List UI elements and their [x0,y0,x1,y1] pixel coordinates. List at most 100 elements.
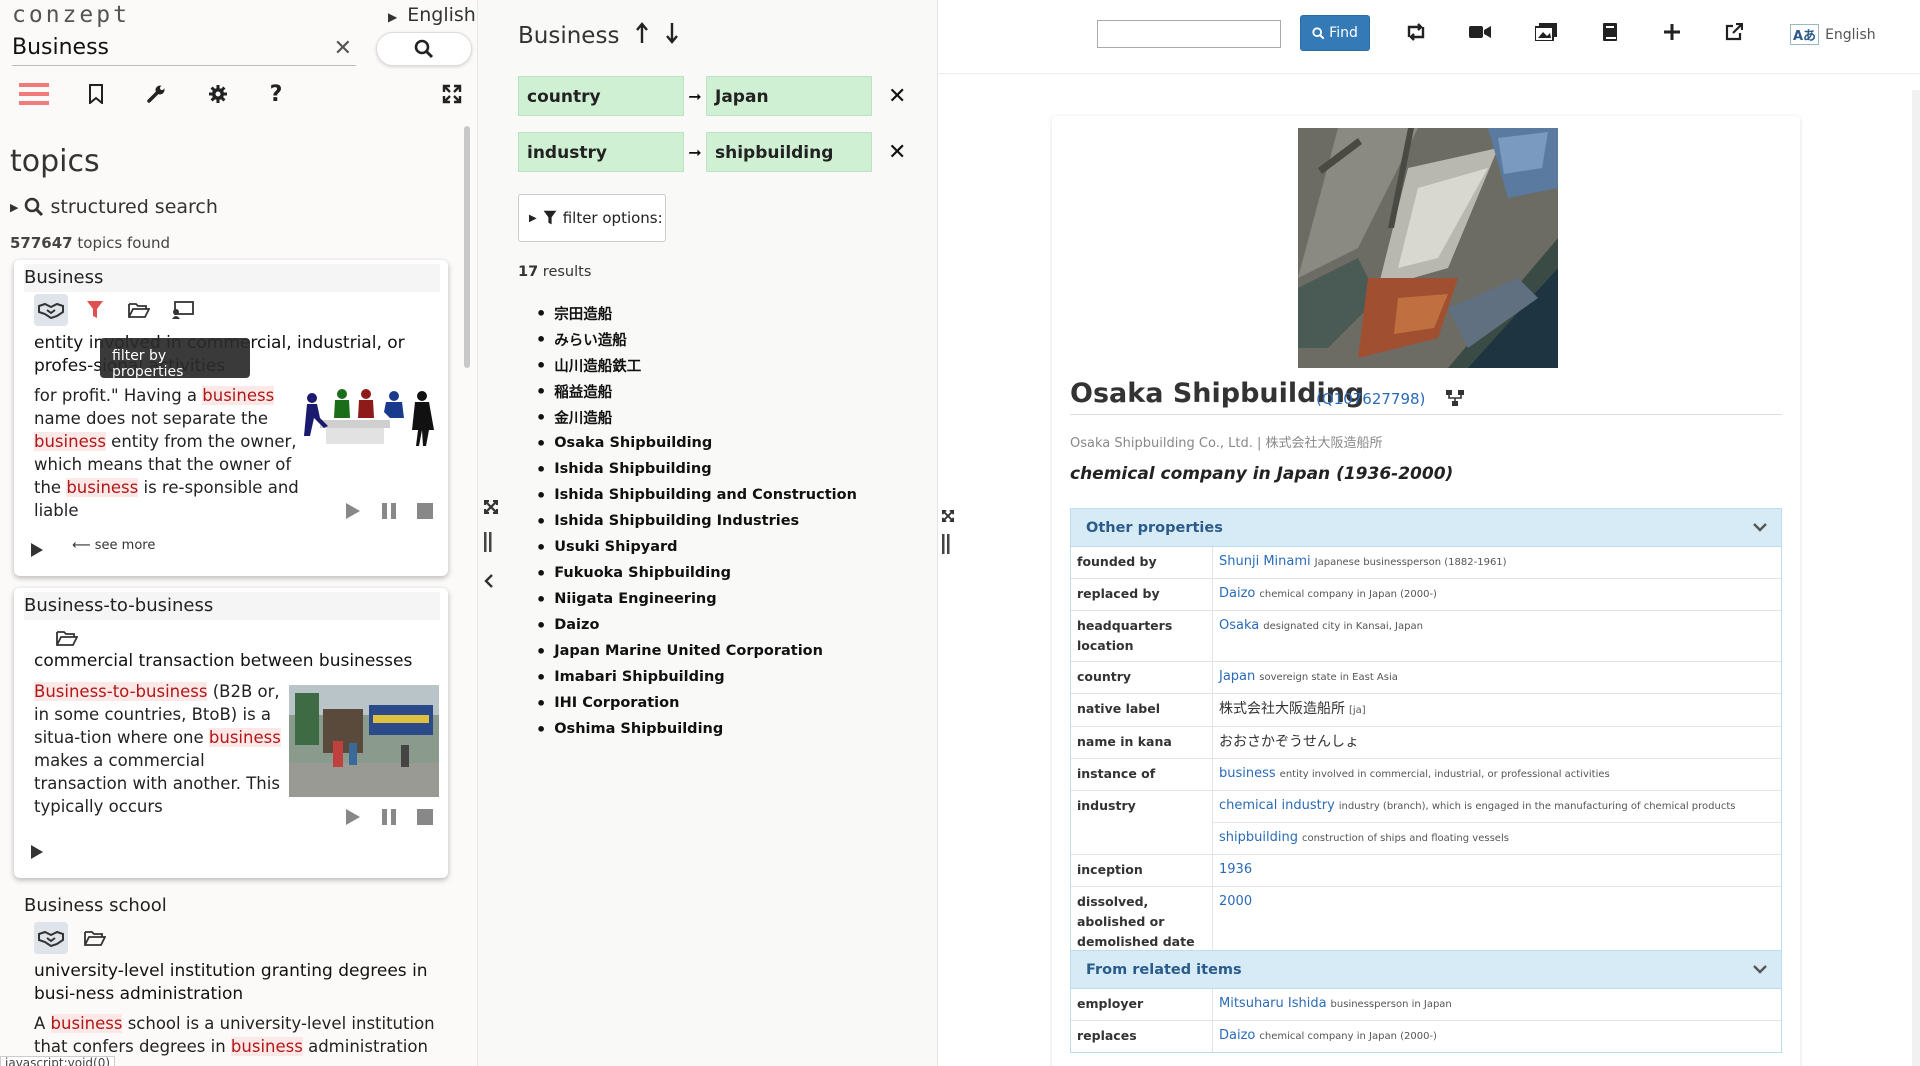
property-value-link[interactable]: Osaka [1219,618,1259,633]
wrench-icon[interactable] [140,78,172,110]
left-scrollbar[interactable] [464,126,470,368]
result-item[interactable]: 山川造船鉄工 [536,352,857,378]
sort-ascending-icon[interactable] [635,22,649,50]
folder-open-icon[interactable] [78,922,112,954]
result-item[interactable]: Oshima Shipbuilding [536,716,857,742]
property-value-link[interactable]: shipbuilding [1219,830,1298,845]
property-value-link[interactable]: 1936 [1219,862,1252,877]
plus-icon[interactable] [1656,16,1688,48]
menu-icon[interactable] [18,78,50,110]
play-icon[interactable] [342,500,364,522]
see-more-link[interactable]: ⟵ see more [72,538,155,553]
property-value-link[interactable]: business [1219,766,1276,781]
property-value-link[interactable]: Shunji Minami [1219,554,1311,569]
filter-options-toggle[interactable]: ▶ filter options: [518,194,666,242]
folder-open-icon[interactable] [122,294,156,326]
property-key: industry [1071,791,1213,854]
stop-icon[interactable] [414,500,436,522]
results-header: Business [518,22,679,50]
card-title[interactable]: Business [24,264,440,292]
extract-text: for profit." Having a [34,386,203,405]
collapse-icon[interactable] [941,508,955,526]
property-value-link[interactable]: chemical industry [1219,798,1335,813]
chevron-left-icon[interactable] [484,574,494,592]
help-icon[interactable]: ? [260,78,292,110]
main-toolbar: ? [18,78,468,110]
remove-filter-icon[interactable]: ✕ [888,140,906,165]
card-title[interactable]: Business school [24,892,440,920]
result-item[interactable]: IHI Corporation [536,690,857,716]
handshake-icon[interactable] [34,922,68,954]
search-input[interactable] [12,30,312,64]
property-value-link[interactable]: Daizo [1219,1028,1255,1043]
find-button[interactable]: Find [1300,15,1370,51]
other-properties-header[interactable]: Other properties [1071,509,1781,547]
extract-highlight: business [230,1037,303,1056]
content-language-selector[interactable]: Aあ English [1790,24,1876,45]
pause-icon[interactable] [378,806,400,828]
language-selector[interactable]: ▶ English [388,4,476,26]
retweet-icon[interactable] [1400,16,1432,48]
sort-descending-icon[interactable] [665,22,679,50]
filter-property-chip[interactable]: industry [518,132,684,172]
result-item[interactable]: Fukuoka Shipbuilding [536,560,857,586]
resize-handle-icon[interactable] [484,532,492,556]
result-item[interactable]: Imabari Shipbuilding [536,664,857,690]
play-icon[interactable] [342,806,364,828]
result-item[interactable]: Usuki Shipyard [536,534,857,560]
resize-handle-icon[interactable] [942,534,950,558]
presentation-icon[interactable] [166,294,200,326]
filter-property-chip[interactable]: country [518,76,684,116]
property-value-link[interactable]: Daizo [1219,586,1255,601]
graph-tree-icon[interactable] [1446,390,1464,410]
result-item[interactable]: Daizo [536,612,857,638]
wikidata-id-link[interactable]: (Q107627798) [1316,390,1425,408]
property-value-link[interactable]: Japan [1219,669,1255,684]
result-item[interactable]: Ishida Shipbuilding Industries [536,508,857,534]
bookmark-icon[interactable] [80,78,112,110]
result-item[interactable]: 金川造船 [536,404,857,430]
result-item[interactable]: Niigata Engineering [536,586,857,612]
extract-highlight: business [34,432,106,451]
chevron-down-icon[interactable] [1753,951,1767,989]
clear-search-icon[interactable]: ✕ [334,36,352,61]
filter-icon[interactable] [78,294,112,326]
collapse-icon[interactable] [483,499,499,518]
result-item[interactable]: 稲益造船 [536,378,857,404]
book-icon[interactable] [1594,16,1626,48]
images-icon[interactable] [1530,16,1562,48]
pause-icon[interactable] [378,500,400,522]
search-button[interactable] [376,32,472,66]
content-search-input[interactable] [1097,20,1281,48]
external-link-icon[interactable] [1718,16,1750,48]
remove-filter-icon[interactable]: ✕ [888,84,906,109]
result-item[interactable]: Japan Marine United Corporation [536,638,857,664]
caret-right-icon: ▶ [10,200,19,214]
handshake-icon[interactable] [34,294,68,326]
expand-play-icon[interactable] [30,844,44,864]
structured-search-toggle[interactable]: ▶ structured search [10,196,218,218]
filter-value-chip[interactable]: Japan [706,76,872,116]
filter-value-chip[interactable]: shipbuilding [706,132,872,172]
result-item[interactable]: Ishida Shipbuilding and Construction [536,482,857,508]
property-value-link[interactable]: 2000 [1219,894,1252,909]
content-toolbar: Find Aあ English [938,0,1920,74]
result-item[interactable]: Osaka Shipbuilding [536,430,857,456]
related-items-header[interactable]: From related items [1071,951,1781,989]
fullscreen-icon[interactable] [436,78,468,110]
property-value-link[interactable]: Mitsuharu Ishida [1219,996,1327,1011]
result-item[interactable]: 宗田造船 [536,300,857,326]
gear-icon[interactable] [202,78,234,110]
app-logo[interactable]: conzept [12,2,130,28]
result-item[interactable]: Ishida Shipbuilding [536,456,857,482]
article-card: Osaka Shipbuilding (Q107627798) Osaka Sh… [1052,116,1800,1066]
video-icon[interactable] [1464,16,1496,48]
filter-row: industry ➞ shipbuilding ✕ [518,132,906,172]
stop-icon[interactable] [414,806,436,828]
expand-play-icon[interactable] [30,542,44,562]
content-scrollbar[interactable] [1912,90,1920,1066]
chevron-down-icon[interactable] [1753,509,1767,547]
result-item[interactable]: みらい造船 [536,326,857,352]
card-title[interactable]: Business-to-business [24,592,440,620]
found-label: topics found [77,234,170,252]
